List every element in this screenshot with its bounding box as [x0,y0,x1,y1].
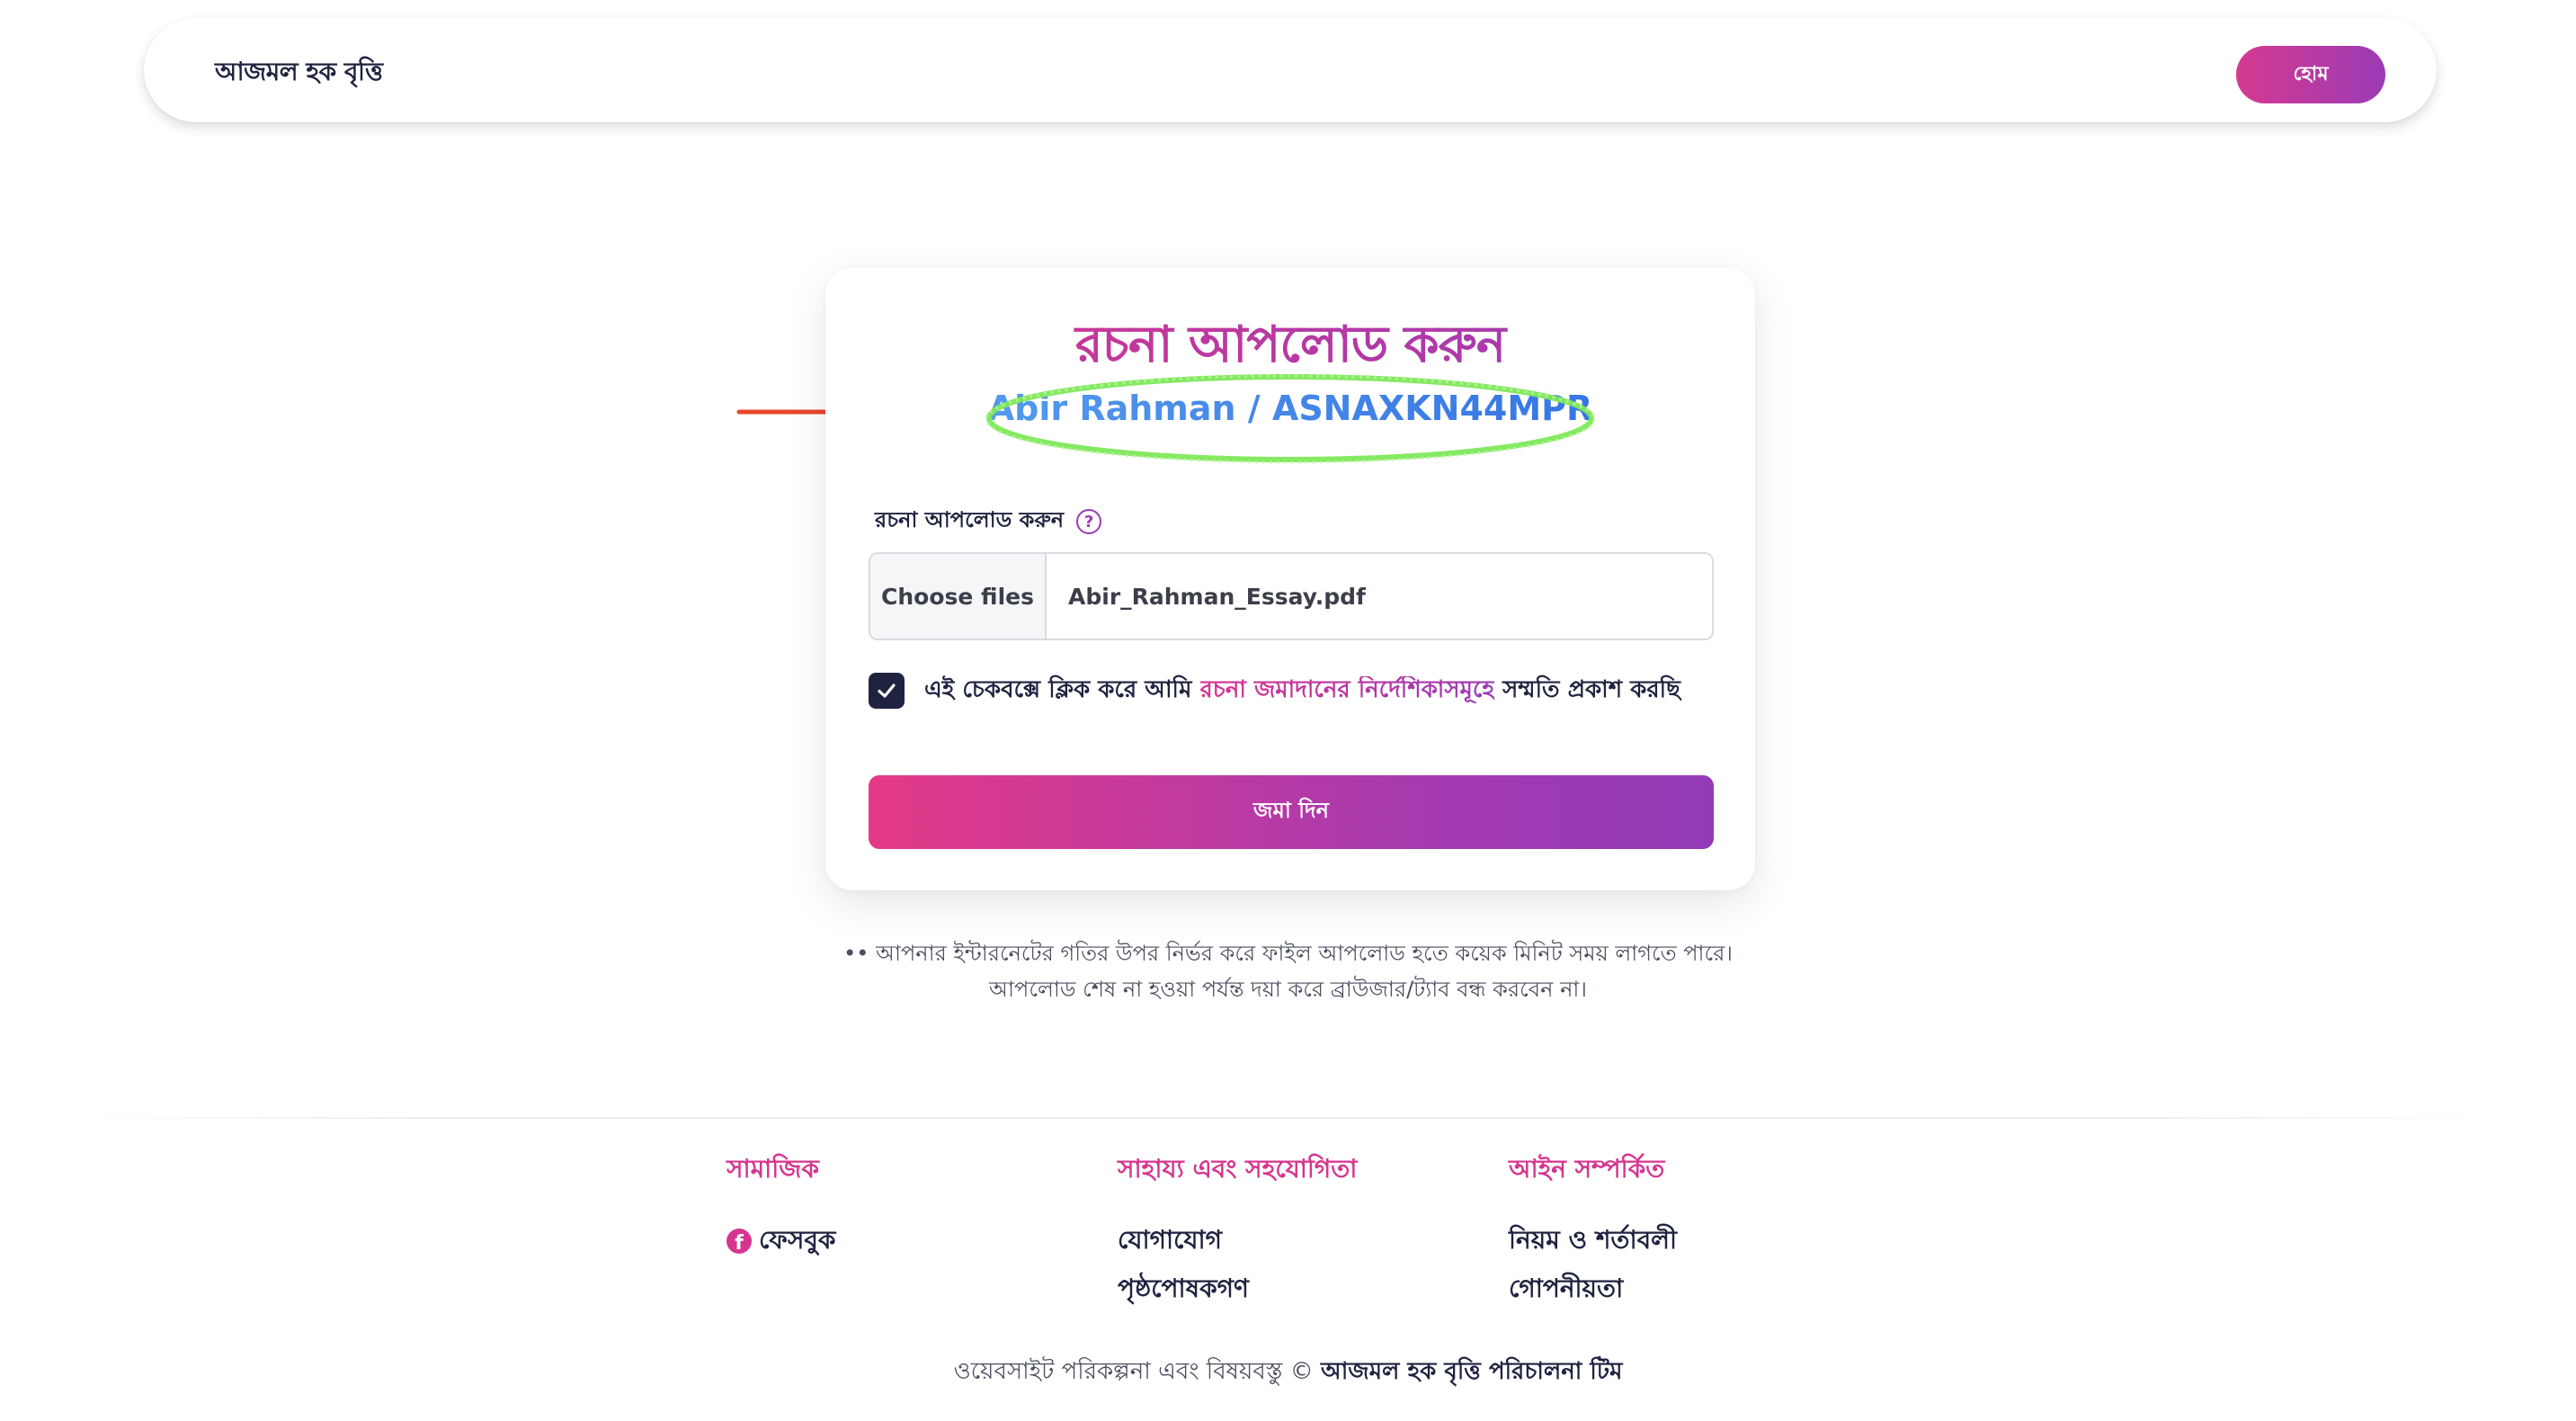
footer-column-help: সাহায্য এবং সহযোগিতা যোগাযোগ পৃষ্ঠপোষকগণ [1118,1149,1357,1314]
file-upload-input[interactable]: Choose files Abir_Rahman_Essay.pdf [869,552,1714,640]
footer-heading-legal: আইন সম্পর্কিত [1509,1154,1665,1184]
footer-link-sponsors[interactable]: পৃষ্ঠপোষকগণ [1118,1265,1357,1314]
footer-link-privacy[interactable]: গোপনীয়তা [1509,1265,1677,1314]
submit-button[interactable]: জমা দিন [869,775,1714,849]
consent-text-suffix: সম্মতি প্রকাশ করছি [1502,676,1680,703]
home-button[interactable]: হোম [2236,46,2385,103]
upload-time-note: •• আপনার ইন্টারনেটের গতির উপর নির্ভর করে… [843,941,1733,966]
copyright-prefix: ওয়েবসাইট পরিকল্পনা এবং বিষয়বস্তু © [953,1358,1314,1385]
essay-upload-card: রচনা আপলোড করুন Abir Rahman / ASNAXKN44M… [825,268,1755,890]
facebook-icon: f [726,1229,752,1254]
guidelines-link[interactable]: রচনা জমাদানের নির্দেশিকাসমূহে [1200,676,1495,703]
question-circle-icon[interactable]: ? [1076,509,1102,534]
upload-field-label: রচনা আপলোড করুন ? [875,504,1102,540]
footer-heading-help: সাহায্য এবং সহযোগিতা [1118,1154,1358,1184]
footer-divider [72,1117,2500,1119]
footer-link-terms[interactable]: নিয়ম ও শর্তাবলী [1509,1217,1677,1265]
consent-text-prefix: এই চেকবক্সে ক্লিক করে আমি [924,676,1192,703]
selected-file-name: Abir_Rahman_Essay.pdf [1068,583,1366,610]
upload-field-label-text: রচনা আপলোড করুন [875,507,1065,532]
footer-link-contact[interactable]: যোগাযোগ [1118,1217,1357,1265]
consent-row: এই চেকবক্সে ক্লিক করে আমি রচনা জমাদানের … [869,671,1680,710]
footer-heading-social: সামাজিক [726,1154,819,1184]
copyright-text: ওয়েবসাইট পরিকল্পনা এবং বিষয়বস্তু © আজম… [0,1353,2576,1392]
do-not-close-note: আপলোড শেষ না হওয়া পর্যন্ত দয়া করে ব্রা… [989,977,1587,1002]
choose-files-button[interactable]: Choose files [870,554,1047,639]
consent-checkbox[interactable] [869,673,905,709]
top-navbar: আজমল হক বৃত্তি হোম [144,18,2437,122]
footer-link-facebook[interactable]: f ফেসবুক [726,1217,836,1265]
footer-column-social: সামাজিক f ফেসবুক [726,1149,836,1265]
copyright-owner: আজমল হক বৃত্তি পরিচালনা টিম [1321,1358,1623,1385]
brand-logo-text[interactable]: আজমল হক বৃত্তি [215,52,383,94]
highlight-ellipse [985,374,1596,464]
check-icon [878,684,896,698]
footer-column-legal: আইন সম্পর্কিত নিয়ম ও শর্তাবলী গোপনীয়তা [1509,1149,1677,1314]
footer-link-facebook-label: ফেসবুক [759,1224,836,1255]
